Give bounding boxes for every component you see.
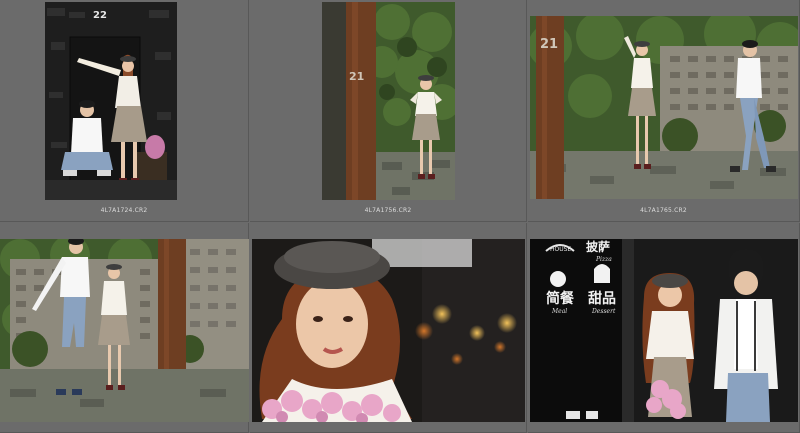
photo-cell-4L7A1724[interactable]: 22 4L7A1724.CR2 (0, 0, 249, 222)
photo-thumbnail[interactable] (252, 239, 525, 422)
photo-filename: 4L7A1765.CR2 (640, 207, 687, 214)
photo-thumbnail[interactable]: 22 (45, 2, 177, 200)
pizza-hanzi-text: 披萨 (586, 239, 610, 254)
door-number-text: 22 (93, 10, 107, 21)
photo-cell-4[interactable] (0, 223, 249, 433)
photo-thumbnail[interactable]: 21 (322, 2, 455, 200)
door-number-text: 21 (540, 37, 558, 52)
photo-filename: 4L7A1724.CR2 (100, 207, 148, 214)
photo-cell-6[interactable]: HOUSE 披萨 Pizza 简餐 Meal 甜品 Dessert (528, 223, 800, 433)
meal-hanzi-text: 简餐 (546, 290, 575, 307)
door-number-text: 21 (349, 70, 364, 83)
photo-thumbnail[interactable]: 21 (530, 16, 798, 199)
pizza-en-text: Pizza (595, 256, 612, 263)
photo-filename: 4L7A1756.CR2 (364, 207, 412, 214)
photo-cell-4L7A1756[interactable]: 21 4L7A1756.CR2 (250, 0, 527, 222)
photo-thumbnail[interactable]: HOUSE 披萨 Pizza 简餐 Meal 甜品 Dessert (530, 239, 798, 422)
meal-en-text: Meal (551, 308, 567, 315)
photo-cell-4L7A1765[interactable]: 21 4L7A1765.CR2 (528, 0, 800, 222)
photo-grid: 22 4L7A1724.CR2 21 4L7A1756.CR2 21 4L7A1… (0, 0, 800, 433)
photo-cell-5[interactable] (250, 223, 527, 433)
dessert-hanzi-text: 甜品 (588, 290, 616, 307)
photo-thumbnail[interactable] (0, 239, 249, 422)
dessert-en-text: Dessert (591, 308, 616, 315)
house-text: HOUSE (550, 246, 571, 253)
